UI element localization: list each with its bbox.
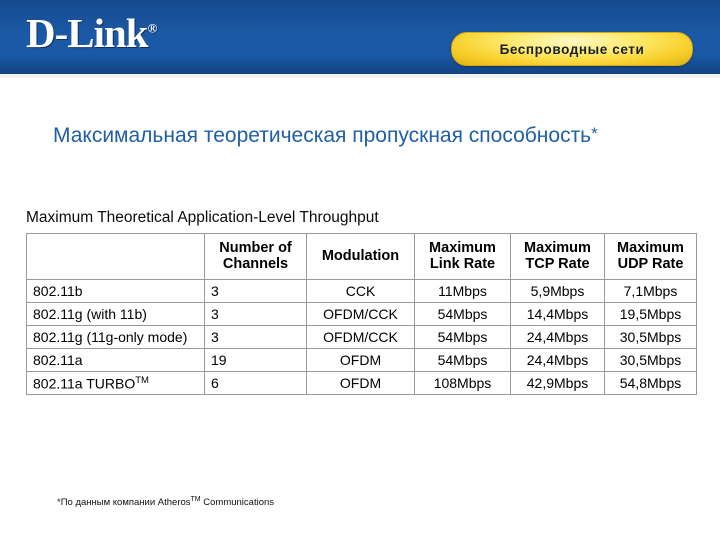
- table-header-cell-channels: Number of Channels: [204, 233, 307, 280]
- cell-udp-rate: 54,8Mbps: [604, 371, 697, 395]
- cell-modulation: OFDM: [306, 371, 415, 395]
- cell-tcp-rate: 24,4Mbps: [510, 325, 605, 349]
- table-header-cell-udp-rate-line2: UDP Rate: [617, 255, 684, 272]
- table-header-cell-modulation: Modulation: [306, 233, 415, 280]
- section-badge: Беспроводные сети: [451, 32, 693, 66]
- table-header-cell-tcp-rate-line1: Maximum: [524, 240, 591, 257]
- cell-tcp-rate: 24,4Mbps: [510, 348, 605, 372]
- throughput-table: Number of Channels Modulation Maximum Li…: [26, 233, 697, 395]
- cell-link-rate: 54Mbps: [414, 302, 511, 326]
- registered-trademark-icon: ®: [147, 20, 158, 36]
- dlink-logo-text: D-Link: [26, 10, 149, 56]
- cell-modulation: OFDM/CCK: [306, 302, 415, 326]
- dlink-logo: D-Link®: [26, 13, 157, 54]
- cell-channels: 3: [204, 325, 307, 349]
- cell-udp-rate: 19,5Mbps: [604, 302, 697, 326]
- cell-channels: 19: [204, 348, 307, 372]
- table-header-cell-udp-rate: Maximum UDP Rate: [604, 233, 697, 280]
- cell-tcp-rate: 5,9Mbps: [510, 279, 605, 303]
- table-row: 802.11g (11g-only mode) 3 OFDM/CCK 54Mbp…: [26, 325, 697, 349]
- cell-channels: 6: [204, 371, 307, 395]
- cell-standard: 802.11a: [26, 348, 205, 372]
- table-caption: Maximum Theoretical Application-Level Th…: [26, 209, 379, 226]
- slide-header-band: D-Link® Беспроводные сети: [0, 0, 720, 78]
- page-title-text: Максимальная теоретическая пропускная сп…: [53, 124, 592, 147]
- page-title-footnote-marker: *: [591, 124, 598, 143]
- table-header-cell-modulation-line1: Modulation: [321, 247, 400, 264]
- table-header-cell-tcp-rate: Maximum TCP Rate: [510, 233, 605, 280]
- throughput-table-wrapper: Number of Channels Modulation Maximum Li…: [26, 233, 697, 395]
- cell-standard-text: 802.11a TURBO: [33, 375, 136, 392]
- table-header-row: Number of Channels Modulation Maximum Li…: [26, 233, 697, 280]
- cell-link-rate: 108Mbps: [414, 371, 511, 395]
- section-badge-label: Беспроводные сети: [499, 41, 645, 57]
- table-header-cell-link-rate: Maximum Link Rate: [414, 233, 511, 280]
- cell-standard: 802.11g (with 11b): [26, 302, 205, 326]
- cell-udp-rate: 30,5Mbps: [604, 348, 697, 372]
- cell-standard: 802.11a TURBOTM: [26, 371, 205, 395]
- table-header-cell-channels-line1: Number of: [219, 240, 292, 257]
- table-header-cell-tcp-rate-line2: TCP Rate: [525, 255, 590, 272]
- cell-link-rate: 11Mbps: [414, 279, 511, 303]
- footnote-suffix: Communications: [200, 497, 275, 509]
- footnote: *По данным компании AtherosTM Communicat…: [57, 496, 274, 508]
- cell-link-rate: 54Mbps: [414, 325, 511, 349]
- cell-tcp-rate: 42,9Mbps: [510, 371, 605, 395]
- trademark-superscript: TM: [135, 374, 149, 386]
- cell-standard: 802.11g (11g-only mode): [26, 325, 205, 349]
- table-header-cell-udp-rate-line1: Maximum: [617, 240, 684, 257]
- cell-udp-rate: 7,1Mbps: [604, 279, 697, 303]
- cell-link-rate: 54Mbps: [414, 348, 511, 372]
- table-row: 802.11g (with 11b) 3 OFDM/CCK 54Mbps 14,…: [26, 302, 697, 326]
- cell-tcp-rate: 14,4Mbps: [510, 302, 605, 326]
- table-row: 802.11b 3 CCK 11Mbps 5,9Mbps 7,1Mbps: [26, 279, 697, 303]
- cell-modulation: OFDM: [306, 348, 415, 372]
- table-row: 802.11a TURBOTM 6 OFDM 108Mbps 42,9Mbps …: [26, 371, 697, 395]
- cell-channels: 3: [204, 279, 307, 303]
- table-header-cell-channels-line2: Channels: [222, 255, 289, 272]
- cell-modulation: OFDM/CCK: [306, 325, 415, 349]
- cell-modulation: CCK: [306, 279, 415, 303]
- footnote-prefix: *По данным компании Atheros: [57, 497, 191, 509]
- table-header-cell-standard: [26, 233, 205, 280]
- cell-standard: 802.11b: [26, 279, 205, 303]
- table-row: 802.11a 19 OFDM 54Mbps 24,4Mbps 30,5Mbps: [26, 348, 697, 372]
- cell-udp-rate: 30,5Mbps: [604, 325, 697, 349]
- table-header-cell-link-rate-line2: Link Rate: [429, 255, 496, 272]
- page-title: Максимальная теоретическая пропускная сп…: [53, 124, 693, 148]
- footnote-trademark-superscript: TM: [190, 496, 201, 503]
- table-header-cell-link-rate-line1: Maximum: [429, 240, 496, 257]
- cell-channels: 3: [204, 302, 307, 326]
